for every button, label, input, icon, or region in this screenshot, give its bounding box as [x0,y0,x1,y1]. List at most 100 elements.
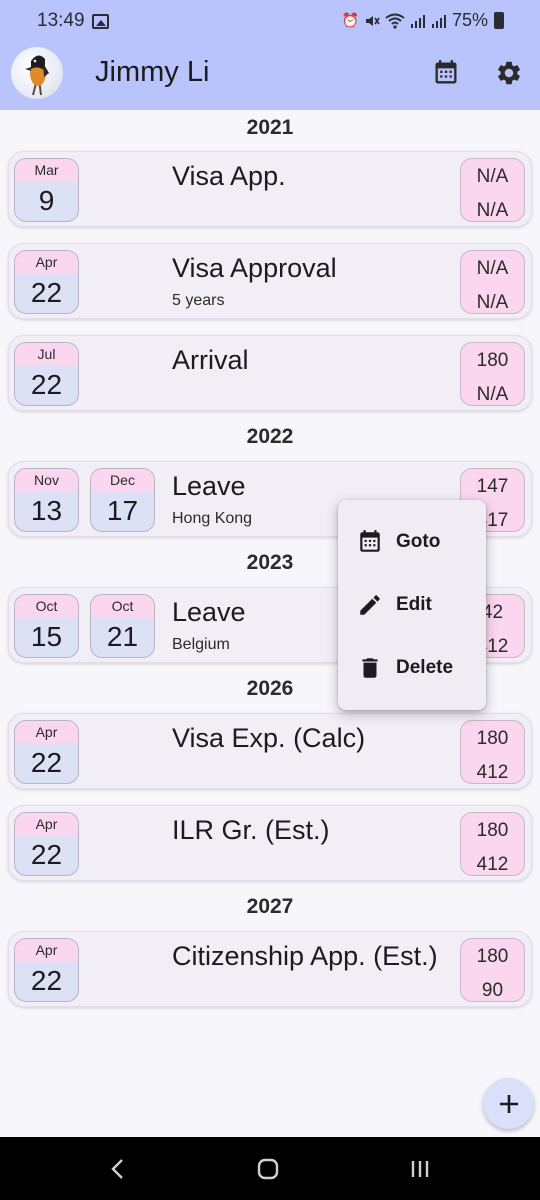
count-chip: N/A N/A [460,158,525,222]
date-month: Oct [91,595,154,617]
menu-label: Edit [396,593,432,615]
count-top: 180 [476,350,509,371]
calendar-icon [435,60,457,84]
menu-item-edit[interactable]: Edit [338,573,486,636]
image-icon [92,14,109,29]
date-month: Apr [15,813,78,835]
year-header: 2021 [246,116,294,139]
count-chip: 180 90 [460,938,525,1002]
event-subtitle: Hong Kong [172,510,253,527]
date-month: Apr [15,251,78,273]
date-chip: Nov 13 [14,468,79,532]
count-top: 180 [476,728,509,749]
pencil-icon [357,592,383,618]
date-chip: Jul 22 [14,342,79,406]
year-header: 2022 [246,425,294,448]
date-chip: Apr 22 [14,938,79,1002]
date-month: Dec [91,469,154,491]
status-icons: ⏰ 75% [342,10,504,31]
menu-label: Delete [396,656,454,678]
bird-logo [25,55,49,96]
event-title: Leave [172,471,246,501]
wifi-icon [385,13,405,29]
date-month: Jul [15,343,78,365]
event-title: Visa App. [172,161,286,191]
back-button[interactable] [106,1157,130,1181]
date-month: Nov [15,469,78,491]
date-chip: Oct 15 [14,594,79,658]
status-time: 13:49 [37,10,85,31]
date-day: 13 [30,495,63,526]
event-card[interactable]: Mar 9 Visa App. N/A N/A [8,151,532,227]
app-bar: Jimmy Li [0,44,540,110]
date-day: 17 [106,495,139,526]
system-nav-bar [0,1137,540,1200]
menu-item-delete[interactable]: Delete [338,636,486,699]
event-subtitle: 5 years [172,292,225,309]
count-top: 147 [476,476,509,497]
context-menu: Goto Edit Delete [338,500,486,710]
menu-item-goto[interactable]: Goto [338,510,486,573]
count-top: N/A [476,166,509,187]
calendar-button[interactable] [431,58,461,88]
date-chip: Oct 21 [90,594,155,658]
date-chip: Apr 22 [14,250,79,314]
count-bottom: 90 [481,980,504,1001]
event-card[interactable]: Apr 22 Visa Approval 5 years N/A N/A [8,243,532,319]
count-top: 180 [476,946,509,967]
event-title: ILR Gr. (Est.) [172,815,330,845]
battery-level: 75% [451,10,488,30]
date-month: Apr [15,721,78,743]
signal-icon [431,14,446,28]
menu-label: Goto [396,530,441,552]
settings-icon [498,61,520,85]
date-day: 9 [38,185,55,216]
home-icon [257,1158,279,1180]
count-bottom: 412 [476,854,509,875]
count-bottom: N/A [476,384,509,405]
settings-button[interactable] [494,58,524,88]
event-subtitle: Belgium [172,636,230,653]
date-chip: Mar 9 [14,158,79,222]
event-title: Visa Approval [172,253,337,283]
recents-icon [411,1161,429,1177]
avatar[interactable] [11,47,63,99]
calendar-icon [357,529,383,555]
count-bottom: 412 [476,762,509,783]
event-card[interactable]: Jul 22 Arrival 180 N/A [8,335,532,411]
alarm-icon: ⏰ [341,12,359,28]
event-card[interactable]: Apr 22 ILR Gr. (Est.) 180 412 [8,805,532,881]
date-day: 21 [106,621,139,652]
date-day: 15 [30,621,63,652]
back-icon [111,1159,123,1179]
mute-icon [365,15,380,26]
home-button[interactable] [256,1157,280,1181]
date-month: Mar [15,159,78,181]
date-chip: Dec 17 [90,468,155,532]
count-chip: N/A N/A [460,250,525,314]
count-top: 180 [476,820,509,841]
date-chip: Apr 22 [14,720,79,784]
event-card[interactable]: Apr 22 Visa Exp. (Calc) 180 412 [8,713,532,789]
year-header: 2027 [246,895,294,918]
plus-icon [499,1094,518,1113]
count-top: N/A [476,258,509,279]
date-day: 22 [30,965,63,996]
event-title: Arrival [172,345,249,375]
event-title: Visa Exp. (Calc) [172,723,366,753]
status-bar: 13:49 ⏰ 75% [0,0,540,44]
event-card[interactable]: Apr 22 Citizenship App. (Est.) 180 90 [8,931,532,1007]
event-title: Leave [172,597,246,627]
count-chip: 180 412 [460,720,525,784]
count-chip: 180 412 [460,812,525,876]
recents-button[interactable] [408,1157,432,1181]
trash-icon [357,655,383,681]
battery-icon [494,12,504,29]
count-chip: 180 N/A [460,342,525,406]
count-bottom: N/A [476,200,509,221]
count-bottom: N/A [476,292,509,313]
date-month: Oct [15,595,78,617]
event-title: Citizenship App. (Est.) [172,941,438,971]
date-chip: Apr 22 [14,812,79,876]
add-event-button[interactable] [483,1078,534,1129]
